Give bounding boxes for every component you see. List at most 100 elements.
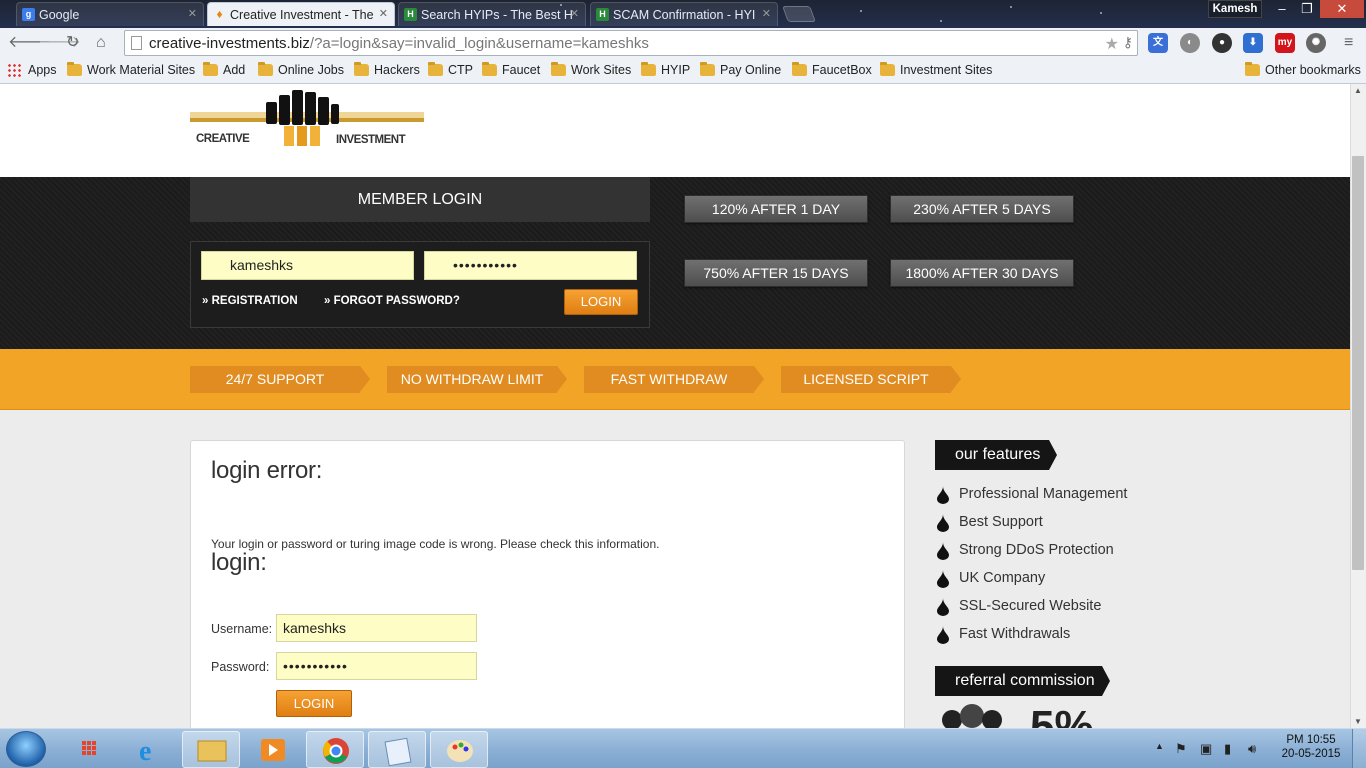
folder-icon: [428, 62, 443, 76]
benefits-band: 24/7 SUPPORT NO WITHDRAW LIMIT FAST WITH…: [0, 349, 1350, 410]
taskbar-apps-grid[interactable]: [60, 731, 118, 768]
close-tab-icon[interactable]: ✕: [762, 7, 771, 20]
network-warning-icon[interactable]: ⚑: [1175, 741, 1187, 757]
menu-icon[interactable]: ≡: [1344, 34, 1353, 52]
google-icon: g: [22, 8, 35, 21]
feature-item: UK Company: [936, 570, 1045, 588]
member-password-input[interactable]: •••••••••••: [424, 251, 637, 280]
tab-search-hyips[interactable]: H Search HYIPs - The Best H ✕: [398, 2, 586, 26]
username-input[interactable]: kameshks: [276, 614, 477, 642]
web-page: CREATIVE INVESTMENT MEMBER LOGIN kameshk…: [0, 84, 1350, 728]
member-username-input[interactable]: kameshks: [201, 251, 414, 280]
site-logo[interactable]: CREATIVE INVESTMENT: [190, 88, 424, 151]
extension-icon[interactable]: ◐: [1180, 33, 1200, 53]
plan-15-days[interactable]: 750% AFTER 15 DAYS: [684, 259, 868, 287]
reload-icon[interactable]: ↻: [66, 34, 79, 52]
film-extension-icon[interactable]: ✺: [1306, 33, 1326, 53]
close-tab-icon[interactable]: ✕: [188, 7, 197, 20]
start-button[interactable]: [6, 731, 46, 767]
other-bookmarks[interactable]: Other bookmarks: [1245, 62, 1361, 77]
bookmark-folder[interactable]: HYIP: [641, 62, 690, 77]
member-login-button[interactable]: LOGIN: [564, 289, 638, 315]
paint-icon[interactable]: [430, 731, 488, 768]
plan-5-days[interactable]: 230% AFTER 5 DAYS: [890, 195, 1074, 223]
tab-creative-investment[interactable]: ♦ Creative Investment - The ✕: [207, 2, 395, 26]
device-icon[interactable]: ▣: [1200, 741, 1212, 757]
volume-icon[interactable]: 🔊︎: [1248, 741, 1256, 757]
registration-link[interactable]: » REGISTRATION: [202, 295, 298, 307]
url-path: /?a=login&say=invalid_login&username=kam…: [309, 35, 649, 52]
url-domain: creative-investments.biz: [149, 35, 310, 52]
bookmark-folder[interactable]: Work Material Sites: [67, 62, 195, 77]
minimize-icon[interactable]: –: [1270, 0, 1294, 18]
extension-dark-icon[interactable]: ●: [1212, 33, 1232, 53]
internet-explorer-icon[interactable]: e: [122, 731, 180, 768]
drop-icon: [937, 626, 949, 644]
key-icon[interactable]: ⚷: [1123, 34, 1133, 51]
folder-icon: [258, 62, 273, 76]
login-heading: login:: [211, 549, 267, 576]
clock-date: 20-05-2015: [1281, 748, 1341, 760]
scrollbar-thumb[interactable]: [1352, 156, 1364, 570]
login-button[interactable]: LOGIN: [276, 690, 352, 717]
download-extension-icon[interactable]: ⬇: [1243, 33, 1263, 53]
bookmark-folder[interactable]: Online Jobs: [258, 62, 344, 77]
media-player-icon[interactable]: [244, 731, 302, 768]
password-label: Password:: [211, 660, 270, 674]
bookmark-folder[interactable]: Add: [203, 62, 245, 77]
drop-icon: [937, 598, 949, 616]
drop-icon: [937, 542, 949, 560]
bookmark-folder[interactable]: FaucetBox: [792, 62, 872, 77]
tab-scam-confirmation[interactable]: H SCAM Confirmation - HYI ✕: [590, 2, 778, 26]
chrome-icon[interactable]: [306, 731, 364, 768]
feature-item: SSL-Secured Website: [936, 598, 1101, 616]
bookmark-folder[interactable]: Hackers: [354, 62, 420, 77]
folder-icon: [354, 62, 369, 76]
show-hidden-icons[interactable]: ▲: [1155, 741, 1164, 751]
bookmark-folder[interactable]: Work Sites: [551, 62, 631, 77]
folder-icon: [700, 62, 715, 76]
folder-icon: [641, 62, 656, 76]
bookmark-star-icon[interactable]: ★: [1105, 34, 1119, 54]
our-features-title: our features: [935, 440, 1057, 470]
new-tab-button[interactable]: [782, 6, 816, 22]
notepad-icon[interactable]: [368, 731, 426, 768]
bookmark-apps[interactable]: Apps: [8, 63, 57, 77]
member-login-form: kameshks ••••••••••• » REGISTRATION » FO…: [190, 241, 650, 328]
password-input[interactable]: •••••••••••: [276, 652, 477, 680]
bookmark-folder[interactable]: CTP: [428, 62, 473, 77]
bookmarks-bar: Apps Work Material Sites Add Online Jobs…: [0, 58, 1366, 84]
close-tab-icon[interactable]: ✕: [379, 7, 388, 20]
username-label: Username:: [211, 622, 273, 636]
hyip-h-icon: H: [596, 8, 609, 21]
feature-item: Professional Management: [936, 486, 1127, 504]
address-bar[interactable]: creative-investments.biz/?a=login&say=in…: [124, 30, 1138, 56]
file-explorer-icon[interactable]: [182, 731, 240, 768]
close-tab-icon[interactable]: ✕: [570, 7, 579, 20]
restore-icon[interactable]: ❐: [1295, 0, 1319, 18]
forgot-password-link[interactable]: » FORGOT PASSWORD?: [324, 295, 460, 307]
plan-30-days[interactable]: 1800% AFTER 30 DAYS: [890, 259, 1074, 287]
close-window-icon[interactable]: ✕: [1320, 0, 1364, 18]
benefit-licensed-script: LICENSED SCRIPT: [781, 366, 961, 393]
bookmark-folder[interactable]: Faucet: [482, 62, 540, 77]
bookmark-folder[interactable]: Investment Sites: [880, 62, 992, 77]
bookmark-folder[interactable]: Pay Online: [700, 62, 781, 77]
home-icon[interactable]: ⌂: [96, 34, 106, 52]
plan-1-day[interactable]: 120% AFTER 1 DAY: [684, 195, 868, 223]
show-desktop-button[interactable]: [1352, 729, 1366, 768]
folder-icon: [203, 62, 218, 76]
feature-item: Strong DDoS Protection: [936, 542, 1114, 560]
folder-icon: [792, 62, 807, 76]
windows-taskbar: e ▲ ⚑ ▣ ▮ 🔊︎ PM 10:55 20-05-2015: [0, 728, 1366, 768]
drop-icon: [937, 514, 949, 532]
folder-icon: [551, 62, 566, 76]
site-header: CREATIVE INVESTMENT: [0, 84, 1350, 177]
signal-icon[interactable]: ▮: [1224, 741, 1231, 757]
profile-button[interactable]: Kamesh: [1208, 0, 1262, 18]
folder-icon: [1245, 62, 1260, 76]
tab-google[interactable]: g Google ✕: [16, 2, 204, 26]
translate-extension-icon[interactable]: 文: [1148, 33, 1168, 53]
system-clock[interactable]: PM 10:55 20-05-2015: [1276, 734, 1346, 760]
my-extension-icon[interactable]: my: [1275, 33, 1295, 53]
